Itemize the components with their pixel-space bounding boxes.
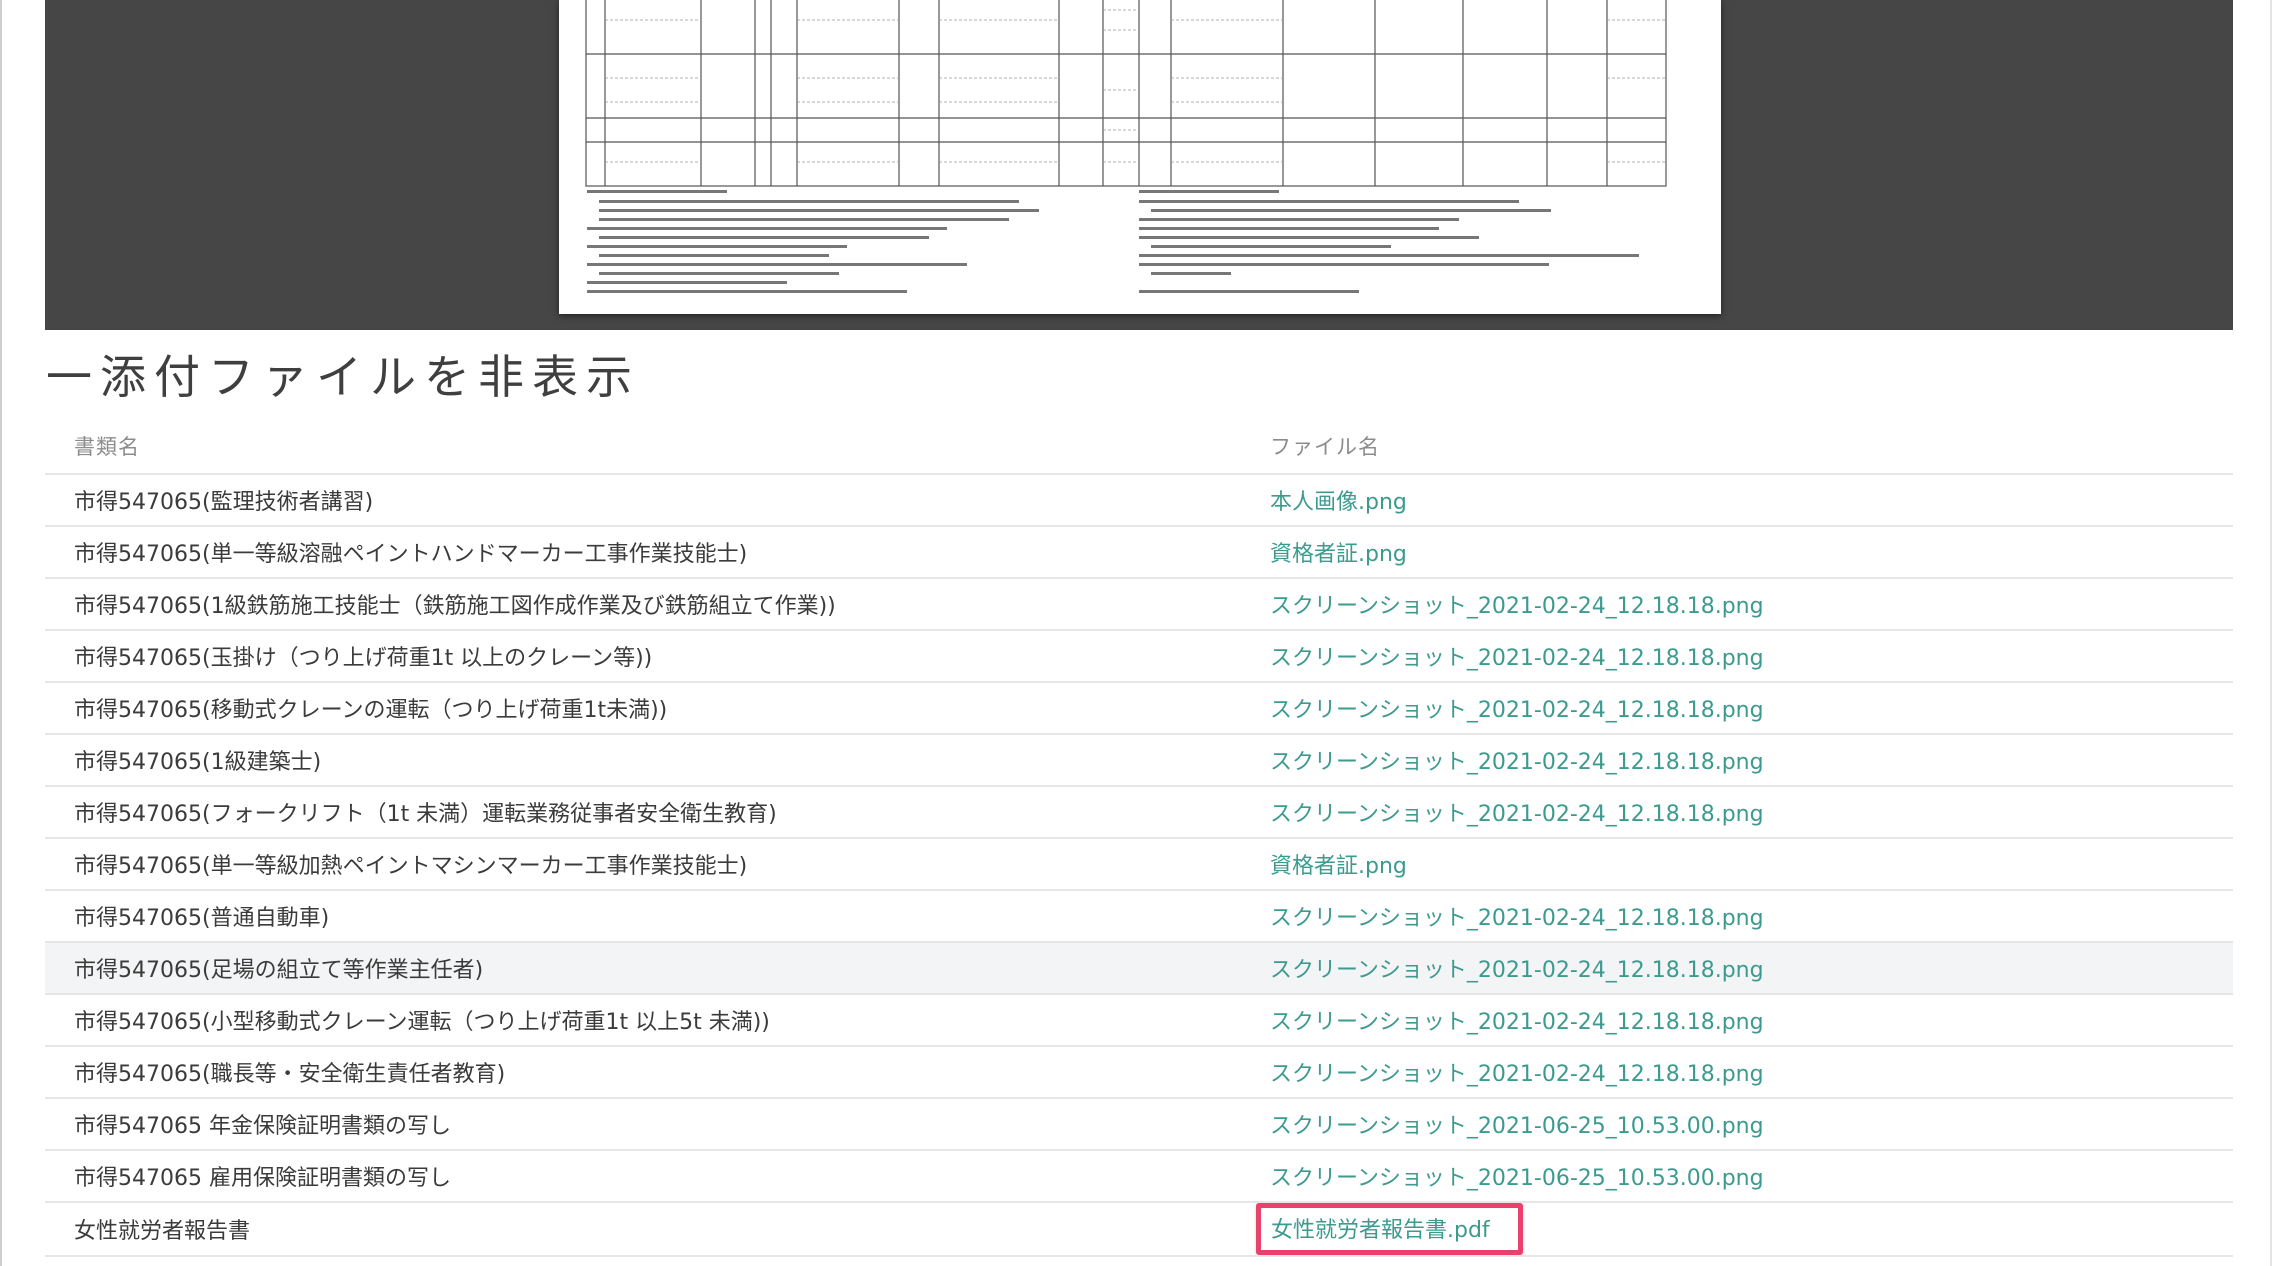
page: 一添付ファイルを非表示 書類名 ファイル名 市得547065(監理技術者講習) … bbox=[0, 0, 2276, 1266]
table-row: 市得547065(小型移動式クレーン運転（つり上げ荷重1t 以上5t 未満)) … bbox=[45, 994, 2233, 1047]
file-link[interactable]: 本人画像.png bbox=[1270, 490, 1407, 515]
document-table-preview bbox=[585, 0, 1667, 293]
file-link[interactable]: スクリーンショット_2021-02-24_12.18.18.png bbox=[1270, 594, 1764, 619]
attachments-table: 書類名 ファイル名 市得547065(監理技術者講習) 本人画像.png 市得5… bbox=[45, 419, 2233, 1257]
table-row: 市得547065(移動式クレーンの運転（つり上げ荷重1t未満)) スクリーンショ… bbox=[45, 682, 2233, 735]
table-row: 市得547065(フォークリフト（1t 未満）運転業務従事者安全衛生教育) スク… bbox=[45, 786, 2233, 839]
document-name-cell: 市得547065(小型移動式クレーン運転（つり上げ荷重1t 以上5t 未満)) bbox=[45, 994, 1254, 1047]
document-name-cell: 市得547065(単一等級溶融ペイントハンドマーカー工事作業技能士) bbox=[45, 526, 1254, 579]
document-name-cell: 市得547065(フォークリフト（1t 未満）運転業務従事者安全衛生教育) bbox=[45, 786, 1254, 839]
column-header-document-name: 書類名 bbox=[45, 419, 1254, 475]
file-link[interactable]: スクリーンショット_2021-02-24_12.18.18.png bbox=[1270, 698, 1764, 723]
table-row: 市得547065(単一等級溶融ペイントハンドマーカー工事作業技能士) 資格者証.… bbox=[45, 526, 2233, 579]
file-link[interactable]: スクリーンショット_2021-02-24_12.18.18.png bbox=[1270, 958, 1764, 983]
document-name-cell: 市得547065(1級鉄筋施工技能士（鉄筋施工図作成作業及び鉄筋組立て作業)) bbox=[45, 578, 1254, 631]
document-name-cell: 市得547065(普通自動車) bbox=[45, 890, 1254, 943]
document-name-cell: 市得547065(単一等級加熱ペイントマシンマーカー工事作業技能士) bbox=[45, 838, 1254, 891]
file-link[interactable]: スクリーンショット_2021-02-24_12.18.18.png bbox=[1270, 1010, 1764, 1035]
file-link-pdf[interactable]: 女性就労者報告書.pdf bbox=[1271, 1218, 1490, 1243]
document-name-cell: 女性就労者報告書 bbox=[45, 1202, 1254, 1257]
column-header-file-name: ファイル名 bbox=[1254, 419, 2233, 475]
document-name-cell: 市得547065(移動式クレーンの運転（つり上げ荷重1t未満)) bbox=[45, 682, 1254, 735]
scrollbar-track[interactable] bbox=[2270, 0, 2272, 1266]
document-name-cell: 市得547065 年金保険証明書類の写し bbox=[45, 1098, 1254, 1151]
document-preview-page bbox=[559, 0, 1721, 314]
table-row: 市得547065 雇用保険証明書類の写し スクリーンショット_2021-06-2… bbox=[45, 1150, 2233, 1203]
file-link[interactable]: スクリーンショット_2021-02-24_12.18.18.png bbox=[1270, 802, 1764, 827]
document-name-cell: 市得547065(監理技術者講習) bbox=[45, 474, 1254, 527]
document-name-cell: 市得547065(玉掛け（つり上げ荷重1t 以上のクレーン等)) bbox=[45, 630, 1254, 683]
table-row-hovered: 市得547065(足場の組立て等作業主任者) スクリーンショット_2021-02… bbox=[45, 942, 2233, 995]
file-link[interactable]: スクリーンショット_2021-06-25_10.53.00.png bbox=[1270, 1114, 1764, 1139]
document-name-cell: 市得547065(職長等・安全衛生責任者教育) bbox=[45, 1046, 1254, 1099]
table-row: 市得547065 年金保険証明書類の写し スクリーンショット_2021-06-2… bbox=[45, 1098, 2233, 1151]
table-header-row: 書類名 ファイル名 bbox=[45, 419, 2233, 475]
table-row: 市得547065(1級鉄筋施工技能士（鉄筋施工図作成作業及び鉄筋組立て作業)) … bbox=[45, 578, 2233, 631]
table-row: 市得547065(職長等・安全衛生責任者教育) スクリーンショット_2021-0… bbox=[45, 1046, 2233, 1099]
highlighted-file-link-box: 女性就労者報告書.pdf bbox=[1256, 1203, 1523, 1254]
file-link[interactable]: 資格者証.png bbox=[1270, 854, 1407, 879]
document-name-cell: 市得547065(足場の組立て等作業主任者) bbox=[45, 942, 1254, 995]
window-left-edge bbox=[0, 0, 2, 1266]
table-row: 市得547065(玉掛け（つり上げ荷重1t 以上のクレーン等)) スクリーンショ… bbox=[45, 630, 2233, 683]
table-row: 市得547065(監理技術者講習) 本人画像.png bbox=[45, 474, 2233, 527]
table-row: 市得547065(1級建築士) スクリーンショット_2021-02-24_12.… bbox=[45, 734, 2233, 787]
document-name-cell: 市得547065 雇用保険証明書類の写し bbox=[45, 1150, 1254, 1203]
file-link[interactable]: スクリーンショット_2021-02-24_12.18.18.png bbox=[1270, 1062, 1764, 1087]
table-row: 女性就労者報告書 女性就労者報告書.pdf bbox=[45, 1202, 2233, 1257]
file-link[interactable]: 資格者証.png bbox=[1270, 542, 1407, 567]
table-row: 市得547065(単一等級加熱ペイントマシンマーカー工事作業技能士) 資格者証.… bbox=[45, 838, 2233, 891]
file-link[interactable]: スクリーンショット_2021-02-24_12.18.18.png bbox=[1270, 906, 1764, 931]
file-link[interactable]: スクリーンショット_2021-06-25_10.53.00.png bbox=[1270, 1166, 1764, 1191]
file-link[interactable]: スクリーンショット_2021-02-24_12.18.18.png bbox=[1270, 646, 1764, 671]
table-row: 市得547065(普通自動車) スクリーンショット_2021-02-24_12.… bbox=[45, 890, 2233, 943]
document-preview-viewer[interactable] bbox=[45, 0, 2233, 330]
hide-attachments-toggle[interactable]: 一添付ファイルを非表示 bbox=[46, 346, 640, 408]
file-link[interactable]: スクリーンショット_2021-02-24_12.18.18.png bbox=[1270, 750, 1764, 775]
document-name-cell: 市得547065(1級建築士) bbox=[45, 734, 1254, 787]
